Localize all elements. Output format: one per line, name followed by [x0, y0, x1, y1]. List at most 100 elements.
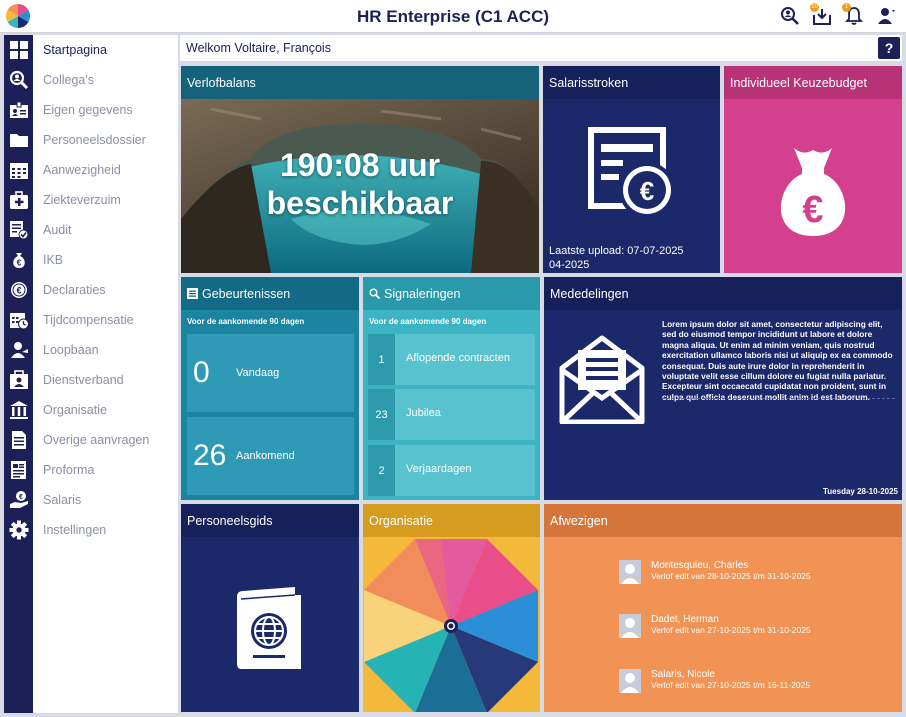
event-upcoming[interactable]: 26 Aankomend	[187, 417, 354, 495]
calendar-clock-icon	[4, 305, 33, 335]
event-today[interactable]: 0 Vandaag	[187, 334, 354, 412]
absence-detail: Verlof edit van 27-10-2025 t/m 31-10-202…	[651, 625, 811, 635]
sidebar-item-label: Organisatie	[43, 403, 107, 417]
money-bag-icon: €	[4, 245, 33, 275]
money-bag-icon: €	[780, 148, 846, 236]
verlof-balance-value: 190:08 uur beschikbaar	[266, 147, 454, 221]
avatar	[619, 614, 641, 638]
signal-aflopende-contracten[interactable]: 1 Aflopende contracten	[368, 334, 535, 385]
announcement-date: Tuesday 28-10-2025	[822, 487, 898, 496]
welcome-text: Welkom Voltaire, François	[186, 41, 331, 55]
signal-label: Verjaardagen	[406, 463, 472, 475]
tile-afwezigen[interactable]: Afwezigen Montesquieu, Charles Verlof ed…	[544, 504, 902, 712]
sidebar-item-ziekteverzuim[interactable]: Ziekteverzuim	[4, 185, 178, 215]
event-count: 26	[193, 439, 227, 472]
svg-text:€: €	[16, 286, 21, 296]
search-user-icon[interactable]	[778, 5, 802, 27]
inbox-badge: 10	[810, 3, 819, 12]
sidebar-item-label: Startpagina	[43, 43, 107, 57]
tile-salarisstroken[interactable]: Salarisstroken € Laatste upload: 07-07-2…	[543, 66, 720, 273]
sidebar-item-label: Instellingen	[43, 523, 107, 537]
sidebar-item-label: Personeelsdossier	[43, 133, 146, 147]
sidebar-item-proforma[interactable]: Proforma	[4, 455, 178, 485]
building-icon	[4, 395, 33, 425]
sidebar-item-audit[interactable]: Audit	[4, 215, 178, 245]
bell-icon[interactable]: 1	[842, 3, 866, 27]
proforma-icon	[4, 455, 33, 485]
bell-badge: 1	[842, 3, 851, 12]
signal-jubilea[interactable]: 23 Jubilea	[368, 389, 535, 440]
sidebar-item-eigen-gegevens[interactable]: Eigen gegevens	[4, 95, 178, 125]
sidebar-item-declaraties[interactable]: € Declaraties	[4, 275, 178, 305]
signal-verjaardagen[interactable]: 2 Verjaardagen	[368, 445, 535, 496]
folder-icon	[4, 125, 33, 155]
tile-subtitle: Voor de aankomende 90 dagen	[187, 317, 305, 326]
user-icon[interactable]	[874, 5, 898, 27]
tile-title: Individueel Keuzebudget	[724, 66, 902, 99]
tile-keuzebudget[interactable]: Individueel Keuzebudget €	[724, 66, 902, 273]
sidebar-item-aanwezigheid[interactable]: Aanwezigheid	[4, 155, 178, 185]
absence-name: Dadet, Herman	[651, 614, 719, 625]
salaris-upload-info: Laatste upload: 07-07-2025 04-2025	[549, 245, 684, 271]
payslip-icon: €	[588, 127, 675, 218]
avatar	[619, 560, 641, 584]
sidebar-menu: Startpagina Collega's Eigen gegevens Per…	[9, 35, 178, 713]
tile-gebeurtenissen[interactable]: Gebeurtenissen Voor de aankomende 90 dag…	[181, 277, 359, 500]
sidebar-item-collegas[interactable]: Collega's	[4, 65, 178, 95]
top-icons: 10 1	[778, 3, 898, 27]
tile-personeelsgids[interactable]: Personeelsgids	[181, 504, 359, 712]
sidebar-item-ikb[interactable]: € IKB	[4, 245, 178, 275]
sidebar-item-salaris[interactable]: € Salaris	[4, 485, 178, 515]
event-label: Aankomend	[236, 450, 295, 462]
sidebar-item-label: Salaris	[43, 493, 82, 507]
tile-title: Gebeurtenissen	[181, 277, 359, 310]
help-button[interactable]: ?	[878, 37, 900, 59]
audit-icon	[4, 215, 33, 245]
tile-title: Mededelingen	[544, 277, 902, 310]
grid-icon	[4, 35, 33, 65]
tile-title: Personeelsgids	[181, 504, 359, 537]
top-bar: HR Enterprise (C1 ACC) 10 1	[0, 0, 906, 33]
announcement-divider	[662, 398, 895, 399]
sidebar-item-tijdcompensatie[interactable]: Tijdcompensatie	[4, 305, 178, 335]
passport-icon	[237, 587, 301, 669]
sidebar-item-label: Proforma	[43, 463, 95, 477]
absence-detail: Verlof edit van 28-10-2025 t/m 31-10-202…	[651, 571, 811, 581]
event-count: 0	[193, 356, 210, 389]
sidebar-item-startpagina[interactable]: Startpagina	[4, 35, 178, 65]
tile-organisatie[interactable]: Organisatie	[363, 504, 540, 712]
sidebar-item-overige-aanvragen[interactable]: Overige aanvragen	[4, 425, 178, 455]
calendar-icon	[4, 155, 33, 185]
welcome-bar: Welkom Voltaire, François ?	[180, 35, 902, 61]
career-icon	[4, 335, 33, 365]
search-icon	[369, 288, 380, 299]
sidebar-item-dienstverband[interactable]: Dienstverband	[4, 365, 178, 395]
sidebar-item-label: Tijdcompensatie	[43, 313, 134, 327]
signal-count: 1	[368, 334, 395, 385]
sidebar-item-loopbaan[interactable]: Loopbaan	[4, 335, 178, 365]
svg-text:€: €	[640, 176, 654, 206]
tile-verlofbalans[interactable]: Verlofbalans 190:08 uur beschikbaar	[181, 66, 539, 273]
inbox-download-icon[interactable]: 10	[810, 3, 834, 27]
sidebar-item-label: Collega's	[43, 73, 95, 87]
tile-signaleringen[interactable]: Signaleringen Voor de aankomende 90 dage…	[363, 277, 540, 500]
svg-text:€: €	[19, 494, 23, 501]
sidebar-item-organisatie[interactable]: Organisatie	[4, 395, 178, 425]
tile-mededelingen[interactable]: Mededelingen Lorem ipsum dolor sit amet,…	[544, 277, 902, 500]
sidebar-item-label: Declaraties	[43, 283, 106, 297]
sidebar-item-label: IKB	[43, 253, 64, 267]
absence-name: Salaris, Nicole	[651, 669, 715, 680]
search-people-icon	[4, 65, 33, 95]
document-icon	[4, 425, 33, 455]
list-icon	[187, 288, 198, 299]
tile-title: Organisatie	[363, 504, 540, 537]
tile-title: Afwezigen	[544, 504, 902, 537]
event-label: Vandaag	[236, 367, 280, 379]
app-title: HR Enterprise (C1 ACC)	[356, 7, 550, 26]
sidebar-item-instellingen[interactable]: Instellingen	[4, 515, 178, 545]
tile-title: Signaleringen	[363, 277, 540, 310]
signal-label: Aflopende contracten	[406, 352, 510, 364]
signal-count: 23	[368, 389, 395, 440]
organisation-pinwheel-icon	[364, 539, 538, 712]
sidebar-item-personeelsdossier[interactable]: Personeelsdossier	[4, 125, 178, 155]
